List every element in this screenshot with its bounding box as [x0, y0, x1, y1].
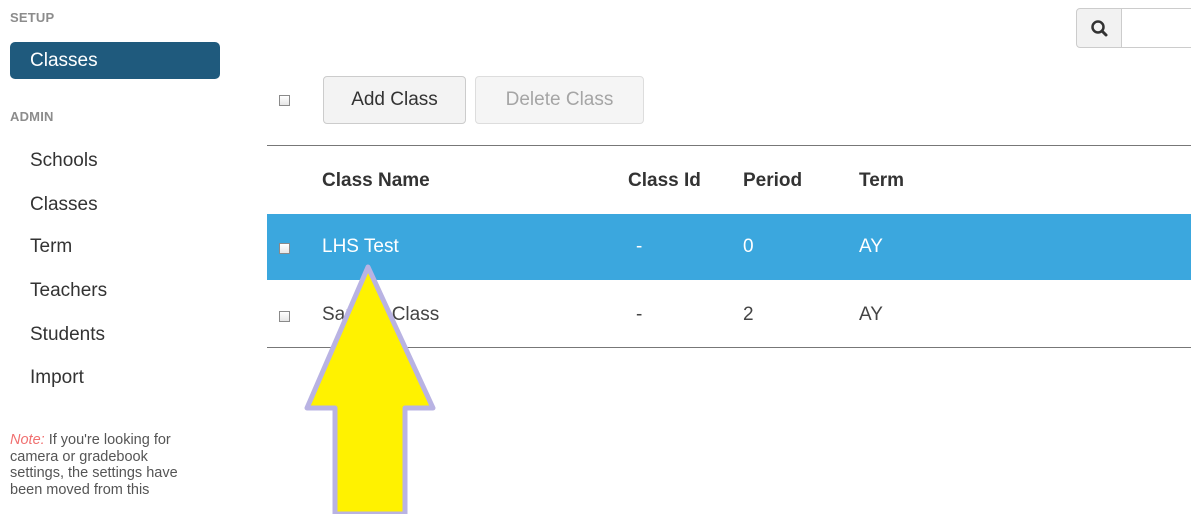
sidebar: SETUP Classes ADMIN Schools Classes Term… [0, 0, 230, 514]
class-name-cell[interactable]: LHS Test [322, 236, 399, 258]
yellow-arrow-annotation [304, 264, 436, 514]
term-cell: AY [859, 304, 883, 325]
search-button[interactable] [1076, 8, 1122, 48]
class-id-cell: - [636, 236, 643, 257]
sidebar-item-import[interactable]: Import [30, 367, 84, 389]
column-header-class-id[interactable]: Class Id [628, 170, 701, 192]
delete-class-button[interactable]: Delete Class [475, 76, 644, 124]
note-line-1: If you're looking for [44, 432, 171, 448]
period-cell: 0 [743, 236, 754, 257]
setup-section-label: SETUP [10, 10, 55, 25]
note-line-4: been moved from this [10, 481, 150, 498]
add-class-button[interactable]: Add Class [323, 76, 466, 124]
class-id-cell: - [636, 304, 643, 325]
row-checkbox[interactable] [279, 311, 290, 322]
period-cell: 2 [743, 304, 754, 325]
sidebar-item-term[interactable]: Term [30, 236, 72, 258]
sidebar-item-setup-classes[interactable]: Classes [10, 42, 220, 79]
sidebar-item-classes[interactable]: Classes [30, 194, 98, 216]
note-line-2: camera or gradebook [10, 448, 148, 465]
note-label: Note: [10, 432, 45, 448]
search-icon [1091, 20, 1108, 37]
note-line-3: settings, the settings have [10, 465, 178, 481]
column-header-period[interactable]: Period [743, 170, 802, 192]
table-top-border [267, 145, 1191, 146]
settings-note: Note: If you're looking for camera or gra… [10, 432, 225, 498]
admin-section-label: ADMIN [10, 109, 54, 124]
sidebar-item-teachers[interactable]: Teachers [30, 280, 107, 302]
column-header-term[interactable]: Term [859, 170, 904, 192]
row-checkbox[interactable] [279, 243, 290, 254]
sidebar-item-schools[interactable]: Schools [30, 150, 98, 172]
term-cell: AY [859, 236, 883, 257]
sidebar-item-students[interactable]: Students [30, 324, 105, 346]
search-input[interactable] [1121, 8, 1191, 48]
column-header-class-name[interactable]: Class Name [322, 170, 430, 192]
select-all-checkbox[interactable] [279, 95, 290, 106]
